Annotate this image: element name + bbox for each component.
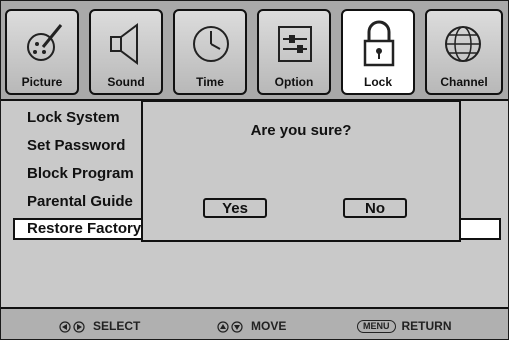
tab-label: Lock	[363, 75, 392, 89]
tab-label: Channel	[440, 75, 488, 89]
picture-icon	[27, 24, 63, 61]
tv-osd-screen: Picture Sound Time Option Lock Channel L…	[0, 0, 509, 340]
confirm-dialog: Are you sure? Yes No	[141, 100, 461, 242]
move-hint-label: MOVE	[251, 319, 287, 333]
globe-icon	[445, 26, 481, 62]
tab-picture[interactable]: Picture	[5, 9, 79, 95]
option-icon	[278, 26, 312, 62]
tab-channel[interactable]: Channel	[425, 9, 503, 95]
no-button[interactable]: No	[343, 198, 407, 218]
select-hint: SELECT	[59, 319, 140, 333]
tab-lock[interactable]: Lock	[341, 9, 415, 95]
up-down-arrows-icon	[217, 321, 243, 333]
dialog-message: Are you sure?	[250, 122, 352, 139]
select-hint-label: SELECT	[93, 319, 141, 333]
menu-item-parental-guide[interactable]: Parental Guide	[27, 193, 133, 210]
tab-time[interactable]: Time	[173, 9, 247, 95]
menu-item-lock-system[interactable]: Lock System	[27, 109, 120, 126]
move-hint: MOVE	[217, 319, 286, 333]
menu-item-set-password[interactable]: Set Password	[27, 137, 125, 154]
padlock-icon	[363, 20, 395, 67]
sound-icon	[110, 23, 138, 65]
return-hint-label: RETURN	[401, 319, 452, 333]
tab-option[interactable]: Option	[257, 9, 331, 95]
menu-tab-bar: Picture Sound Time Option Lock Channel	[1, 1, 508, 101]
clock-icon	[193, 26, 229, 62]
tab-label: Option	[274, 75, 314, 89]
yes-button[interactable]: Yes	[203, 198, 267, 218]
return-hint: MENU RETURN	[357, 319, 452, 334]
menu-item-block-program[interactable]: Block Program	[27, 165, 134, 182]
hint-bar: SELECT MOVE MENU RETURN	[1, 307, 508, 339]
menu-key-icon: MENU	[357, 320, 396, 334]
left-right-arrows-icon	[59, 321, 85, 333]
tab-label: Picture	[21, 75, 63, 89]
tab-sound[interactable]: Sound	[89, 9, 163, 95]
tab-label: Time	[196, 75, 224, 89]
tab-label: Sound	[107, 75, 145, 89]
